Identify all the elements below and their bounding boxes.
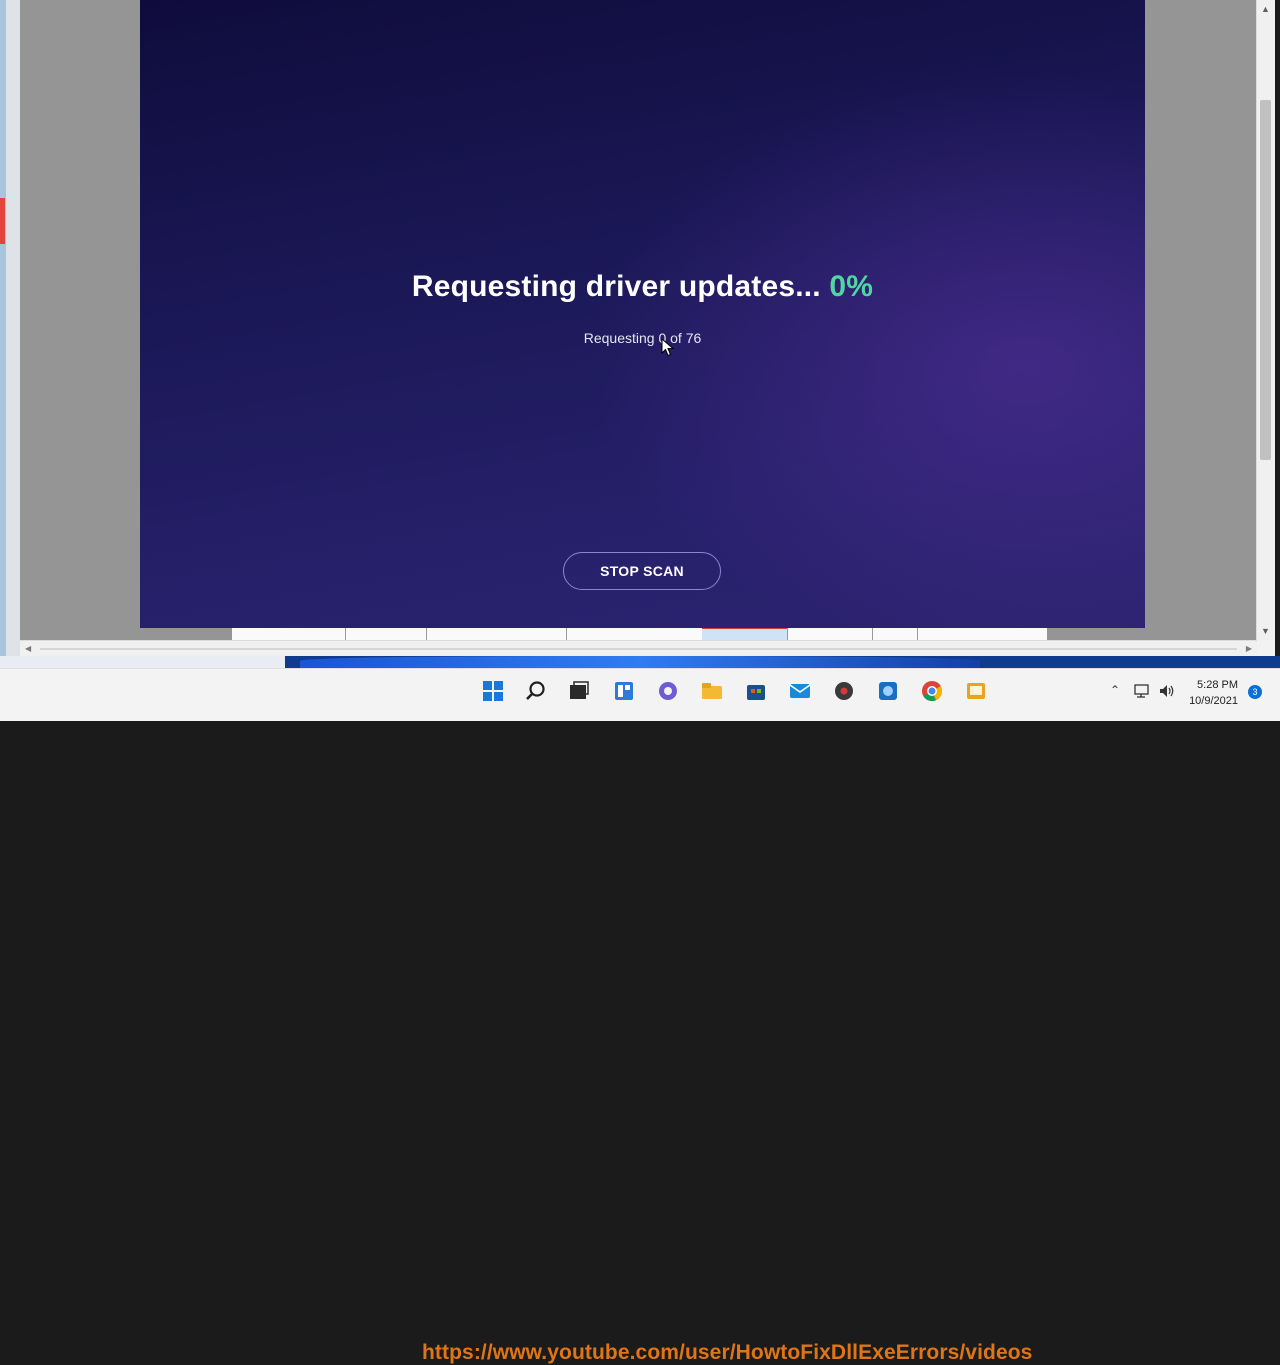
background-services-list: [232, 628, 1047, 640]
clock-date: 10/9/2021: [1189, 695, 1238, 707]
file-explorer-icon[interactable]: [700, 679, 724, 703]
vertical-scroll-thumb[interactable]: [1260, 100, 1271, 460]
scan-heading: Requesting driver updates... 0%: [140, 270, 1145, 304]
mail-icon[interactable]: [788, 679, 812, 703]
scan-progress-text: Requesting 0 of 76: [583, 330, 702, 346]
scroll-up-icon[interactable]: ▲: [1261, 4, 1270, 14]
media-icon[interactable]: [832, 679, 856, 703]
mouse-cursor-icon: [661, 338, 675, 357]
search-icon[interactable]: [524, 679, 548, 703]
desktop-left-edge: [0, 0, 20, 665]
app-icon[interactable]: [876, 679, 900, 703]
video-url-watermark: https://www.youtube.com/user/HowtoFixDll…: [422, 1341, 1033, 1364]
column-divider: [566, 628, 567, 640]
driver-scan-panel: Requesting driver updates... 0% Requesti…: [140, 0, 1145, 628]
network-icon[interactable]: [1134, 683, 1152, 699]
clock-time: 5:28 PM: [1197, 679, 1238, 691]
volume-icon[interactable]: [1158, 683, 1176, 699]
windows-start-icon[interactable]: [481, 679, 505, 703]
app-icon[interactable]: [964, 679, 988, 703]
column-divider: [872, 628, 873, 640]
clock[interactable]: 5:28 PM 10/9/2021: [1189, 677, 1238, 709]
column-divider: [426, 628, 427, 640]
column-divider: [787, 628, 788, 640]
stop-scan-button[interactable]: STOP SCAN: [563, 552, 721, 590]
chevron-up-icon[interactable]: ⌃: [1110, 683, 1120, 697]
chrome-icon[interactable]: [920, 679, 944, 703]
desktop-wallpaper-strip: [0, 656, 1280, 668]
scan-percent: 0%: [829, 270, 874, 303]
widgets-icon[interactable]: [612, 679, 636, 703]
column-divider: [917, 628, 918, 640]
wallpaper-bloom: [300, 656, 980, 668]
left-edge-marker: [0, 198, 5, 244]
system-tray: ⌃ 5:28 PM 10/9/2021 3: [1080, 669, 1280, 721]
scroll-down-icon[interactable]: ▼: [1261, 626, 1270, 636]
column-divider: [345, 628, 346, 640]
taskbar: https://www.youtube.com/user/HowtoFixDll…: [0, 668, 1280, 1364]
highlighted-row-fragment: [702, 628, 787, 640]
scan-status-text: Requesting driver updates...: [411, 270, 821, 303]
notification-badge[interactable]: 3: [1248, 685, 1262, 699]
horizontal-scrollbar[interactable]: ◀ ▶: [20, 640, 1257, 657]
scroll-left-icon[interactable]: ◀: [25, 644, 31, 653]
task-view-icon[interactable]: [567, 679, 591, 703]
horizontal-scroll-track[interactable]: [40, 648, 1237, 650]
vertical-scrollbar[interactable]: ▲ ▼: [1256, 0, 1275, 640]
wallpaper-light-area: [0, 656, 285, 668]
store-icon[interactable]: [744, 679, 768, 703]
teams-chat-icon[interactable]: [656, 679, 680, 703]
scroll-right-icon[interactable]: ▶: [1246, 644, 1252, 653]
